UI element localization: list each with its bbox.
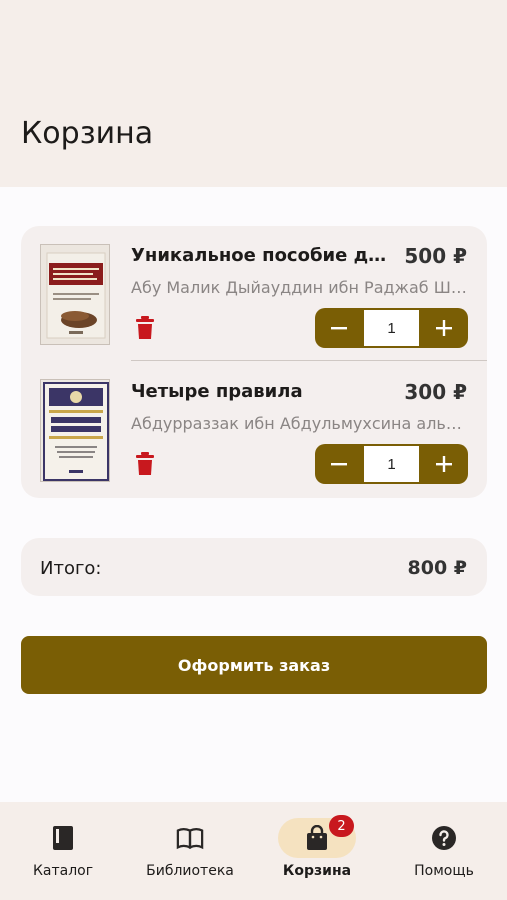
- total-value: 800 ₽: [407, 557, 468, 579]
- decrease-quantity-button[interactable]: [315, 308, 363, 348]
- quantity-stepper: 1: [315, 444, 468, 484]
- nav-item-help[interactable]: Помощь: [381, 802, 507, 900]
- decrease-quantity-button[interactable]: [315, 444, 363, 484]
- minus-icon: [331, 463, 347, 466]
- cart-items-card: Уникальное пособие для изучения Единобож…: [21, 226, 487, 498]
- open-book-icon: [176, 824, 204, 852]
- quantity-stepper: 1: [315, 308, 468, 348]
- cart-item: Уникальное пособие для изучения Единобож…: [21, 226, 487, 362]
- delete-item-button[interactable]: [135, 452, 155, 476]
- book-cover-image[interactable]: [40, 244, 110, 345]
- cart-item: Четыре правила 300 ₽ Абдурраззак ибн Абд…: [21, 362, 487, 498]
- book-cover-image[interactable]: [40, 379, 110, 482]
- book-icon: [49, 824, 77, 852]
- delete-item-button[interactable]: [135, 316, 155, 340]
- item-price: 300 ₽: [404, 380, 467, 404]
- item-author: Абу Малик Дыйауддин ибн Раджаб Шималов: [131, 278, 467, 297]
- help-icon: [430, 824, 458, 852]
- nav-label: Корзина: [282, 863, 352, 879]
- nav-item-catalog[interactable]: Каталог: [0, 802, 126, 900]
- page-title: Корзина: [21, 116, 154, 151]
- nav-label: Помощь: [414, 863, 474, 879]
- nav-item-cart[interactable]: Корзина: [254, 802, 380, 900]
- cart-count-badge: 2: [329, 815, 354, 837]
- nav-item-library[interactable]: Библиотека: [127, 802, 253, 900]
- nav-label: Каталог: [32, 863, 94, 879]
- increase-quantity-button[interactable]: [420, 444, 468, 484]
- minus-icon: [331, 327, 347, 330]
- app-header: Корзина: [0, 0, 507, 187]
- checkout-button[interactable]: Оформить заказ: [21, 636, 487, 694]
- order-total-card: Итого: 800 ₽: [21, 538, 487, 596]
- quantity-value[interactable]: 1: [364, 446, 419, 482]
- plus-icon: [436, 456, 452, 472]
- quantity-value[interactable]: 1: [364, 310, 419, 346]
- item-price: 500 ₽: [404, 244, 467, 268]
- total-label: Итого:: [40, 558, 102, 579]
- trash-icon: [136, 316, 154, 339]
- shopping-bag-icon: [303, 824, 331, 852]
- trash-icon: [136, 452, 154, 475]
- plus-icon: [436, 320, 452, 336]
- item-divider: [131, 360, 487, 361]
- increase-quantity-button[interactable]: [420, 308, 468, 348]
- item-title[interactable]: Четыре правила: [131, 381, 395, 402]
- nav-label: Библиотека: [146, 863, 234, 879]
- item-author: Абдурраззак ибн Абдульмухсина аль-Бадр: [131, 414, 467, 433]
- item-title[interactable]: Уникальное пособие для изучения Единобож…: [131, 245, 395, 266]
- bottom-navigation: Каталог Библиотека Корзина Помощь: [0, 802, 507, 900]
